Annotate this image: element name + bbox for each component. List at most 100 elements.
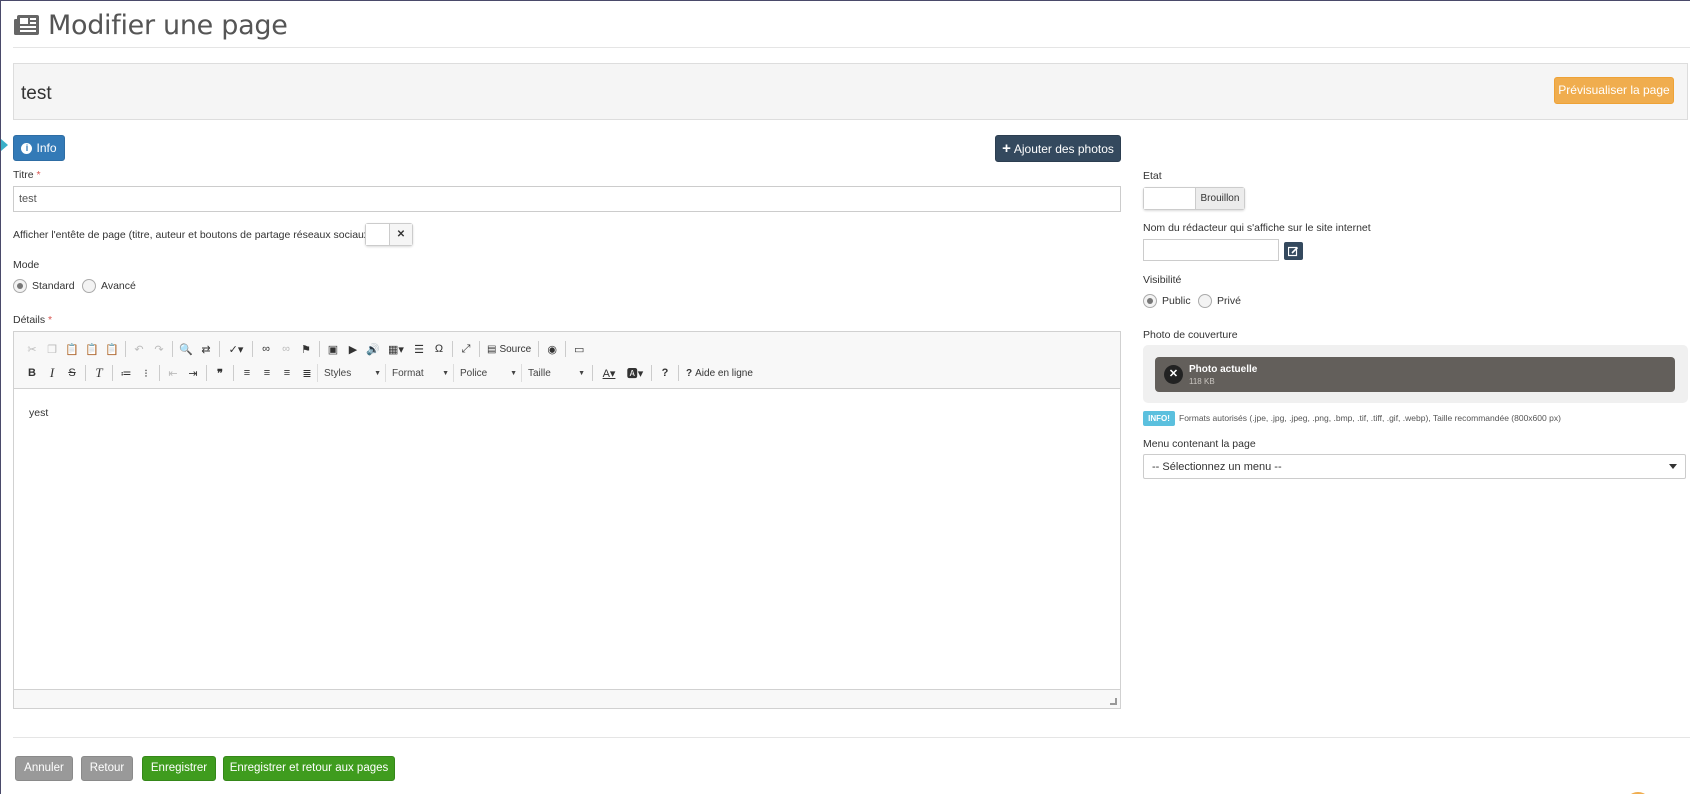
caret-down-icon: ▼: [578, 369, 585, 377]
outdent-icon[interactable]: ⇤: [163, 363, 183, 383]
toolbar-row-2: B I S T ≔ ⁝ ⇤ ⇥ ❞ ≡ ≡ ≡ ≣ Styles ▼ Forma…: [22, 361, 1112, 385]
preview-page-button[interactable]: Prévisualiser la page: [1554, 77, 1674, 104]
visibility-radio-private[interactable]: Privé: [1198, 294, 1241, 308]
title-input[interactable]: test: [13, 186, 1121, 212]
mode-radio-standard[interactable]: Standard: [13, 279, 75, 293]
mode-standard-label: Standard: [32, 280, 75, 292]
table-icon[interactable]: ▦▾: [383, 339, 409, 359]
visibility-radio-public[interactable]: Public: [1143, 294, 1191, 308]
styles-dropdown[interactable]: Styles ▼: [317, 364, 385, 382]
side-marker-icon: [1, 139, 8, 151]
info-tab-button[interactable]: i Info: [13, 135, 65, 161]
toggle-off-icon: ✕: [388, 224, 412, 245]
horizontal-rule-icon[interactable]: ☰: [409, 339, 429, 359]
numbered-list-icon[interactable]: ≔: [116, 363, 136, 383]
toolbar-separator: [319, 341, 320, 357]
radio-empty-icon: [1198, 294, 1212, 308]
paste-icon[interactable]: 📋: [62, 339, 82, 359]
format-dropdown[interactable]: Format ▼: [385, 364, 453, 382]
video-icon[interactable]: ▶: [343, 339, 363, 359]
cancel-button[interactable]: Annuler: [15, 756, 73, 781]
insert-field-icon[interactable]: ▭: [569, 339, 589, 359]
source-button[interactable]: ▤ Source: [483, 344, 535, 355]
align-left-icon[interactable]: ≡: [237, 363, 257, 383]
link-icon[interactable]: ∞: [256, 339, 276, 359]
accessibility-icon[interactable]: ◉: [542, 339, 562, 359]
mode-radio-advanced[interactable]: Avancé: [82, 279, 136, 293]
state-value: Brouillon: [1194, 188, 1244, 209]
remove-photo-icon[interactable]: ✕: [1164, 365, 1183, 384]
align-center-icon[interactable]: ≡: [257, 363, 277, 383]
paste-word-icon[interactable]: 📋: [102, 339, 122, 359]
find-icon[interactable]: 🔍: [176, 339, 196, 359]
toolbar-separator: [538, 341, 540, 357]
editor-content[interactable]: yest: [29, 407, 48, 419]
edit-author-button[interactable]: [1284, 242, 1303, 260]
header-divider: [13, 47, 1690, 48]
resize-handle-icon[interactable]: [1110, 698, 1117, 705]
rich-text-editor: ✂ ❐ 📋 📋 📋 ↶ ↷ 🔍 ⇄ ✓▾ ∞ ∞ ⚑ ▣ ▶ 🔊 ▦▾ ☰ Ω: [13, 331, 1121, 709]
maximize-icon[interactable]: ⤢: [456, 339, 476, 359]
audio-icon[interactable]: 🔊: [363, 339, 383, 359]
bulleted-list-icon[interactable]: ⁝: [136, 363, 156, 383]
author-label: Nom du rédacteur qui s'affiche sur le si…: [1143, 222, 1371, 234]
redo-icon[interactable]: ↷: [149, 339, 169, 359]
unlink-icon[interactable]: ∞: [276, 339, 296, 359]
format-label: Format: [392, 367, 424, 379]
source-label: Source: [499, 343, 532, 355]
menu-select-value: -- Sélectionnez un menu --: [1152, 461, 1282, 473]
plus-icon: +: [1002, 139, 1011, 157]
toolbar-row-1: ✂ ❐ 📋 📋 📋 ↶ ↷ 🔍 ⇄ ✓▾ ∞ ∞ ⚑ ▣ ▶ 🔊 ▦▾ ☰ Ω: [22, 337, 1112, 361]
help-icon: ?: [686, 367, 693, 379]
toggle-handle: [1144, 188, 1195, 209]
italic-icon[interactable]: I: [42, 363, 62, 383]
cover-photo-label: Photo de couverture: [1143, 329, 1238, 341]
add-photos-button[interactable]: + Ajouter des photos: [995, 135, 1121, 162]
visibility-private-label: Privé: [1217, 295, 1241, 307]
state-toggle[interactable]: Brouillon: [1143, 187, 1245, 210]
image-icon[interactable]: ▣: [323, 339, 343, 359]
caret-down-icon: [1669, 464, 1677, 469]
styles-label: Styles: [324, 367, 352, 379]
menu-select[interactable]: -- Sélectionnez un menu --: [1143, 454, 1686, 479]
text-color-icon[interactable]: A▾: [596, 363, 622, 383]
save-button[interactable]: Enregistrer: [142, 756, 216, 781]
size-dropdown[interactable]: Taille ▼: [521, 364, 589, 382]
visibility-public-label: Public: [1162, 295, 1191, 307]
online-help-button[interactable]: ? Aide en ligne: [682, 368, 757, 379]
toolbar-separator: [252, 341, 253, 357]
menu-label: Menu contenant la page: [1143, 438, 1256, 450]
show-header-toggle[interactable]: ✕: [365, 223, 413, 246]
undo-icon[interactable]: ↶: [129, 339, 149, 359]
online-help-label: Aide en ligne: [695, 367, 753, 379]
author-input[interactable]: [1143, 239, 1279, 261]
spellcheck-icon[interactable]: ✓▾: [223, 339, 249, 359]
save-and-back-button[interactable]: Enregistrer et retour aux pages: [223, 756, 395, 781]
remove-format-icon[interactable]: T: [89, 363, 109, 383]
required-mark: *: [48, 314, 53, 326]
back-button[interactable]: Retour: [81, 756, 133, 781]
toolbar-separator: [233, 365, 234, 381]
align-right-icon[interactable]: ≡: [277, 363, 297, 383]
cover-photo-dropzone[interactable]: ✕ Photo actuelle 118 KB: [1143, 345, 1688, 403]
blockquote-icon[interactable]: ❞: [210, 363, 230, 383]
replace-icon[interactable]: ⇄: [196, 339, 216, 359]
anchor-flag-icon[interactable]: ⚑: [296, 339, 316, 359]
about-icon[interactable]: ?: [655, 363, 675, 383]
show-header-label: Afficher l'entête de page (titre, auteur…: [13, 229, 382, 241]
visibility-label: Visibilité: [1143, 274, 1182, 286]
paste-text-icon[interactable]: 📋: [82, 339, 102, 359]
background-color-icon[interactable]: 🅰▾: [622, 363, 648, 383]
page-name: test: [21, 83, 52, 104]
indent-icon[interactable]: ⇥: [183, 363, 203, 383]
align-justify-icon[interactable]: ≣: [297, 363, 317, 383]
details-label-text: Détails: [13, 314, 46, 326]
font-dropdown[interactable]: Police ▼: [453, 364, 521, 382]
special-char-icon[interactable]: Ω: [429, 339, 449, 359]
cut-icon[interactable]: ✂: [22, 339, 42, 359]
toolbar-separator: [651, 365, 652, 381]
toolbar-separator: [452, 341, 453, 357]
copy-icon[interactable]: ❐: [42, 339, 62, 359]
bold-icon[interactable]: B: [22, 363, 42, 383]
strikethrough-icon[interactable]: S: [62, 363, 82, 383]
